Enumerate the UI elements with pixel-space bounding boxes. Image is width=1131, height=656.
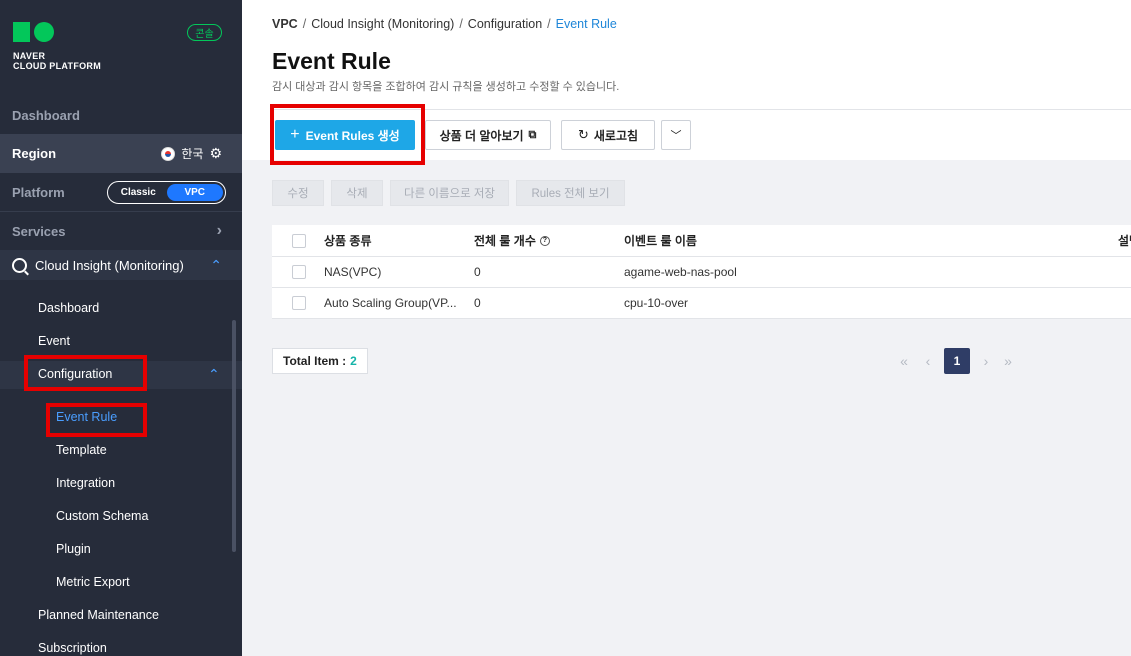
highlight-create-button (270, 104, 425, 165)
highlight-event-rule (46, 403, 147, 437)
page-header: VPC / Cloud Insight (Monitoring) / Configu… (242, 0, 1131, 165)
page-description: 감시 대상과 감시 항목을 조합하여 감시 규칙을 생성하고 수정할 수 있습니… (272, 81, 620, 93)
table-row[interactable]: Auto Scaling Group(VP... 0 cpu-10-over (272, 288, 1131, 319)
first-page-icon[interactable]: « (896, 348, 912, 374)
column-event-rule-name[interactable]: 이벤트 룰 이름 (624, 225, 697, 256)
refresh-label: 새로고침 (593, 128, 639, 143)
chevron-down-icon: ﹀ (670, 130, 682, 142)
event-rule-table: 상품 종류 전체 룰 개수 ? 이벤트 룰 이름 설명 NAS(VPC) 0 a… (272, 225, 1131, 319)
breadcrumb-configuration[interactable]: Configuration (468, 17, 542, 31)
platform-label: Platform (12, 184, 65, 200)
next-page-icon[interactable]: › (978, 348, 994, 374)
menu-integration[interactable]: Integration (56, 476, 115, 490)
learn-more-label: 상품 더 알아보기 (439, 128, 524, 143)
column-description[interactable]: 설명 (1118, 225, 1131, 256)
delete-button[interactable]: 삭제 (331, 180, 383, 206)
breadcrumb: VPC / Cloud Insight (Monitoring) / Configu… (272, 17, 617, 31)
logo-text-line2: CLOUD PLATFORM (13, 61, 102, 71)
sidebar-scrollbar[interactable] (232, 320, 236, 552)
cell-count: 0 (474, 265, 481, 279)
row-checkbox[interactable] (292, 296, 306, 310)
region-selector[interactable]: Region 한국 ⚙ (0, 134, 242, 173)
prev-page-icon[interactable]: ‹ (920, 348, 936, 374)
total-label: Total Item : (283, 354, 347, 368)
cell-product: NAS(VPC) (324, 265, 382, 279)
column-total-rules-label: 전체 룰 개수 (474, 234, 536, 248)
external-link-icon: ⧉ (528, 128, 537, 141)
edit-button[interactable]: 수정 (272, 180, 324, 206)
breadcrumb-vpc[interactable]: VPC (272, 17, 298, 31)
highlight-configuration (24, 355, 147, 391)
logo-text-line1: NAVER (13, 51, 46, 61)
menu-plugin[interactable]: Plugin (56, 542, 91, 556)
korea-flag-icon (161, 146, 176, 161)
service-name: Cloud Insight (Monitoring) (35, 257, 184, 273)
menu-event[interactable]: Event (38, 334, 70, 348)
cell-product: Auto Scaling Group(VP... (324, 296, 457, 310)
menu-dashboard[interactable]: Dashboard (38, 301, 99, 315)
menu-metric-export[interactable]: Metric Export (56, 575, 130, 589)
platform-option-vpc[interactable]: VPC (166, 183, 223, 201)
services-label: Services (12, 223, 66, 239)
table-header-row: 상품 종류 전체 룰 개수 ? 이벤트 룰 이름 설명 (272, 225, 1131, 257)
chevron-right-icon: › (216, 222, 222, 239)
service-cloud-insight[interactable]: Cloud Insight (Monitoring) ⌃ (0, 250, 242, 280)
table-row[interactable]: NAS(VPC) 0 agame-web-nas-pool (272, 257, 1131, 288)
page-number-current[interactable]: 1 (944, 348, 970, 374)
last-page-icon[interactable]: » (1000, 348, 1016, 374)
column-product-type[interactable]: 상품 종류 (324, 225, 372, 256)
total-item: Total Item : 2 (272, 348, 368, 374)
chevron-up-icon[interactable]: ⌃ (208, 366, 220, 383)
naver-cloud-logo[interactable]: NAVER CLOUD PLATFORM (13, 22, 101, 71)
select-all-checkbox[interactable] (292, 233, 306, 248)
main-content: VPC / Cloud Insight (Monitoring) / Configu… (242, 0, 1131, 656)
cell-rule-name[interactable]: cpu-10-over (624, 288, 688, 318)
menu-template[interactable]: Template (56, 443, 107, 457)
more-options-button[interactable]: ﹀ (661, 120, 691, 150)
cell-count: 0 (474, 296, 481, 310)
learn-more-button[interactable]: 상품 더 알아보기 ⧉ (425, 120, 551, 150)
gear-icon[interactable]: ⚙ (209, 145, 222, 162)
platform-row: Platform Classic VPC (0, 173, 242, 212)
sidebar-dashboard[interactable]: Dashboard (0, 96, 242, 134)
cloud-insight-icon (12, 257, 27, 273)
column-total-rules[interactable]: 전체 룰 개수 ? (474, 225, 550, 256)
services-menu[interactable]: Services › (0, 212, 242, 250)
cell-rule-name[interactable]: agame-web-nas-pool (624, 257, 737, 287)
breadcrumb-cloud-insight[interactable]: Cloud Insight (Monitoring) (311, 17, 454, 31)
region-value: 한국 (181, 147, 204, 161)
menu-subscription[interactable]: Subscription (38, 641, 107, 655)
platform-toggle[interactable]: Classic VPC (107, 180, 226, 204)
view-all-rules-button[interactable]: Rules 전체 보기 (516, 180, 625, 206)
platform-option-classic[interactable]: Classic (110, 184, 167, 201)
refresh-icon: ↻ (577, 127, 589, 142)
total-count: 2 (350, 354, 357, 368)
save-as-button[interactable]: 다른 이름으로 저장 (390, 180, 509, 206)
logo-mark (13, 22, 101, 42)
breadcrumb-event-rule: Event Rule (555, 17, 617, 31)
row-checkbox[interactable] (292, 265, 306, 279)
help-icon[interactable]: ? (539, 235, 550, 246)
chevron-up-icon[interactable]: ⌃ (210, 257, 222, 274)
sidebar: NAVER CLOUD PLATFORM 콘솔 Dashboard Region… (0, 0, 242, 656)
menu-custom-schema[interactable]: Custom Schema (56, 509, 148, 523)
region-label: Region (12, 146, 57, 161)
menu-planned-maintenance[interactable]: Planned Maintenance (38, 608, 159, 622)
page-title: Event Rule (272, 48, 391, 74)
console-badge[interactable]: 콘솔 (187, 24, 222, 41)
refresh-button[interactable]: ↻ 새로고침 (561, 120, 655, 150)
